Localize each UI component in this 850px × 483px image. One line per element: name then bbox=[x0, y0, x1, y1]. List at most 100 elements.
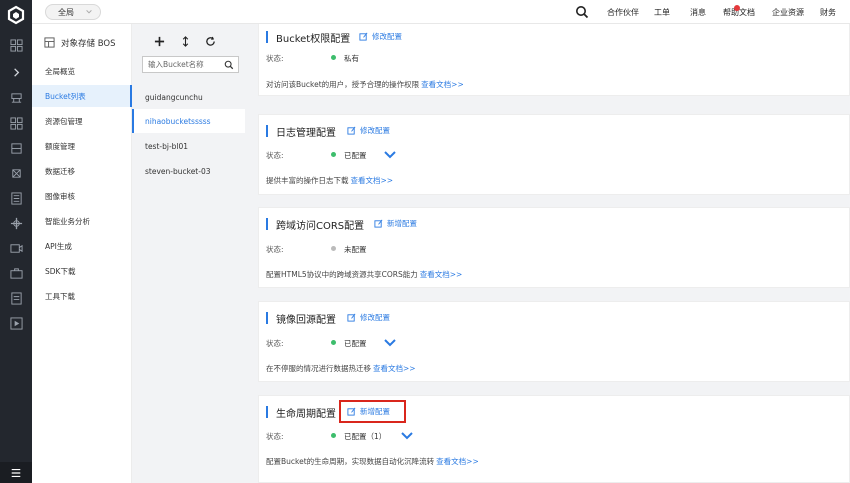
chevron-down-icon[interactable] bbox=[384, 339, 396, 347]
bos-icon bbox=[44, 37, 55, 48]
apps-grid-icon[interactable] bbox=[8, 115, 24, 131]
doc-link[interactable]: 查看文档>> bbox=[351, 176, 394, 185]
play-icon[interactable] bbox=[8, 315, 24, 331]
sidebar-item-resource-packs[interactable]: 资源包管理 bbox=[32, 110, 132, 132]
chevron-down-icon[interactable] bbox=[401, 432, 413, 440]
edit-icon bbox=[374, 219, 383, 228]
status-value: 已配置 bbox=[344, 151, 367, 160]
status-label: 状态: bbox=[266, 245, 284, 254]
cluster-icon[interactable] bbox=[8, 90, 24, 106]
dashboard-grid-icon[interactable] bbox=[8, 37, 24, 53]
card-title: 镜像回源配置 bbox=[276, 315, 336, 326]
permission-config-card: Bucket权限配置 修改配置 状态: 私有 对访问该Bucket的用户，授予合… bbox=[258, 24, 850, 96]
document-icon[interactable] bbox=[8, 290, 24, 306]
nav-messages[interactable]: 消息 bbox=[690, 7, 706, 18]
plugin-icon[interactable] bbox=[8, 215, 24, 231]
edit-icon bbox=[347, 126, 356, 135]
region-selector[interactable]: 全局 bbox=[45, 4, 101, 20]
storage-icon[interactable] bbox=[8, 140, 24, 156]
cloud-logo-icon[interactable] bbox=[6, 5, 26, 25]
status-dot bbox=[331, 152, 336, 157]
cors-config-card: 跨域访问CORS配置 新增配置 状态: 未配置 配置HTML5协议中的跨域资源共… bbox=[258, 207, 850, 288]
status-dot bbox=[331, 55, 336, 60]
sidebar-item-overview[interactable]: 全局概览 bbox=[32, 60, 132, 82]
config-content: Bucket权限配置 修改配置 状态: 私有 对访问该Bucket的用户，授予合… bbox=[245, 24, 850, 483]
sidebar-item-image-review[interactable]: 图像审核 bbox=[32, 185, 132, 207]
search-icon[interactable] bbox=[575, 5, 589, 19]
sidebar-item-analytics[interactable]: 智能业务分析 bbox=[32, 210, 132, 232]
card-title: 日志管理配置 bbox=[276, 128, 336, 139]
sidebar-item-sdk[interactable]: SDK下载 bbox=[32, 260, 132, 282]
card-description: 配置Bucket的生命周期，实现数据自动化沉降流转 查看文档>> bbox=[266, 457, 479, 466]
chevron-down-icon[interactable] bbox=[384, 151, 396, 159]
status-label: 状态: bbox=[266, 432, 284, 441]
doc-link[interactable]: 查看文档>> bbox=[421, 80, 464, 89]
service-sidebar: 对象存储 BOS 全局概览 Bucket列表 资源包管理 额度管理 数据迁移 图… bbox=[32, 24, 132, 483]
search-icon[interactable] bbox=[224, 60, 234, 70]
nav-partners[interactable]: 合作伙伴 bbox=[607, 7, 639, 18]
sort-icon[interactable] bbox=[179, 35, 191, 47]
card-title: 生命周期配置 bbox=[276, 409, 336, 420]
card-description: 在不停服的情况进行数据热迁移 查看文档>> bbox=[266, 364, 416, 373]
bucket-panel: 输入Bucket名称 guidangcunchu nihaobucketssss… bbox=[132, 24, 245, 483]
top-header: 全局 合作伙伴 工单 消息 帮助文档 企业资源 财务 bbox=[32, 0, 850, 24]
status-label: 状态: bbox=[266, 339, 284, 348]
card-description: 配置HTML5协议中的跨域资源共享CORS能力 查看文档>> bbox=[266, 270, 463, 279]
edit-config-button[interactable]: 修改配置 bbox=[347, 312, 390, 323]
status-dot bbox=[331, 340, 336, 345]
bucket-toolbar bbox=[152, 35, 232, 49]
card-accent-bar bbox=[266, 125, 268, 137]
video-icon[interactable] bbox=[8, 240, 24, 256]
card-accent-bar bbox=[266, 218, 268, 230]
edit-icon bbox=[347, 313, 356, 322]
doc-link[interactable]: 查看文档>> bbox=[436, 457, 479, 466]
lifecycle-config-card: 生命周期配置 新增配置 状态: 已配置（1） 配置Bucket的生命周期，实现数… bbox=[258, 395, 850, 483]
sidebar-item-api[interactable]: API生成 bbox=[32, 235, 132, 257]
expand-chevron-icon[interactable] bbox=[8, 64, 24, 80]
add-icon[interactable] bbox=[153, 35, 165, 47]
status-value: 私有 bbox=[344, 54, 359, 63]
card-accent-bar bbox=[266, 312, 268, 324]
card-accent-bar bbox=[266, 406, 268, 418]
bucket-item-selected[interactable]: nihaobucketsssss bbox=[132, 109, 245, 133]
bucket-item[interactable]: guidangcunchu bbox=[132, 85, 245, 109]
sidebar-item-quota[interactable]: 额度管理 bbox=[32, 135, 132, 157]
sidebar-item-tools[interactable]: 工具下载 bbox=[32, 285, 132, 307]
status-label: 状态: bbox=[266, 151, 284, 160]
nav-tickets[interactable]: 工单 bbox=[654, 7, 670, 18]
bucket-item[interactable]: steven-bucket-03 bbox=[132, 159, 245, 183]
add-config-button[interactable]: 新增配置 bbox=[374, 218, 417, 229]
message-badge bbox=[734, 5, 740, 11]
network-icon[interactable] bbox=[8, 165, 24, 181]
status-dot bbox=[331, 246, 336, 251]
status-label: 状态: bbox=[266, 54, 284, 63]
status-value: 已配置（1） bbox=[344, 432, 387, 441]
refresh-icon[interactable] bbox=[204, 35, 216, 47]
log-config-card: 日志管理配置 修改配置 状态: 已配置 提供丰富的操作日志下载 查看文档>> bbox=[258, 114, 850, 195]
doc-link[interactable]: 查看文档>> bbox=[420, 270, 463, 279]
menu-toggle-icon[interactable] bbox=[0, 462, 32, 483]
card-title: 跨域访问CORS配置 bbox=[276, 221, 365, 232]
nav-enterprise[interactable]: 企业资源 bbox=[772, 7, 804, 18]
status-dot bbox=[331, 433, 336, 438]
status-value: 未配置 bbox=[344, 245, 367, 254]
sidebar-item-bucket-list[interactable]: Bucket列表 bbox=[32, 85, 132, 107]
nav-finance[interactable]: 财务 bbox=[820, 7, 836, 18]
chevron-down-icon bbox=[86, 10, 92, 14]
card-description: 提供丰富的操作日志下载 查看文档>> bbox=[266, 176, 394, 185]
edit-config-button[interactable]: 修改配置 bbox=[359, 31, 402, 42]
briefcase-icon[interactable] bbox=[8, 265, 24, 281]
bucket-item[interactable]: test-bj-bl01 bbox=[132, 134, 245, 158]
status-value: 已配置 bbox=[344, 339, 367, 348]
highlight-box bbox=[339, 400, 406, 423]
card-title: Bucket权限配置 bbox=[276, 34, 351, 45]
doc-link[interactable]: 查看文档>> bbox=[373, 364, 416, 373]
bucket-search-input[interactable]: 输入Bucket名称 bbox=[142, 56, 239, 73]
icon-rail bbox=[0, 0, 32, 483]
sidebar-item-migration[interactable]: 数据迁移 bbox=[32, 160, 132, 182]
region-label: 全局 bbox=[58, 7, 74, 17]
edit-config-button[interactable]: 修改配置 bbox=[347, 125, 390, 136]
card-accent-bar bbox=[266, 31, 268, 43]
database-icon[interactable] bbox=[8, 190, 24, 206]
mirror-origin-config-card: 镜像回源配置 修改配置 状态: 已配置 在不停服的情况进行数据热迁移 查看文档>> bbox=[258, 301, 850, 382]
